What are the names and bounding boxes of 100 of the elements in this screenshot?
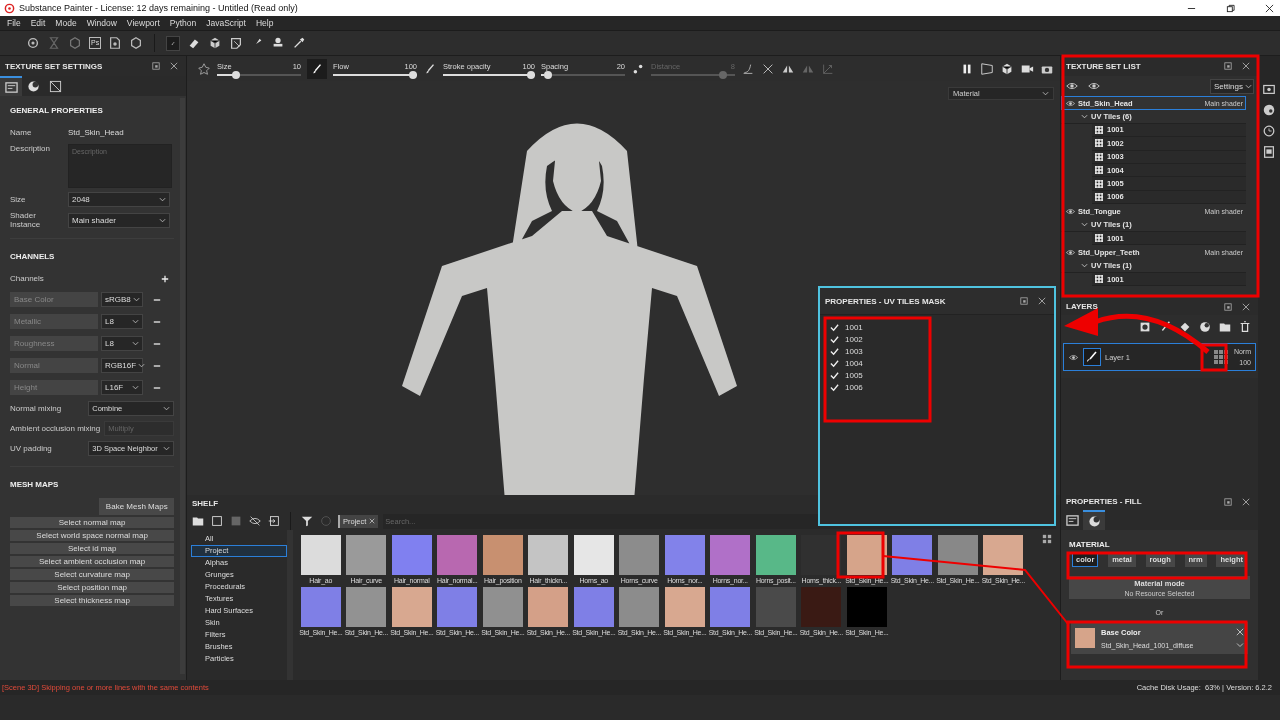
menu-item[interactable]: Mode [50,18,82,28]
float-icon[interactable] [1224,62,1232,70]
close-icon[interactable] [170,62,178,70]
add-icon[interactable] [161,274,170,283]
chevron-icon [159,196,166,203]
field-label: Shader Instance [10,211,42,229]
close-icon[interactable] [1242,497,1250,506]
slider-thumb[interactable] [544,70,553,79]
name-value: Std_Skin_Head [68,128,124,137]
float-icon[interactable] [1224,497,1232,506]
slider-thumb[interactable] [527,70,535,79]
import-icon[interactable] [267,514,281,528]
eyedropper-icon[interactable] [292,36,307,50]
menu-item[interactable]: Help [250,18,279,28]
globe-icon[interactable] [1262,103,1276,117]
settings-dropdown[interactable]: Settings [1210,78,1254,94]
panel-title: TEXTURE SET SETTINGS [5,61,103,71]
uv-tile-label: 1006 [845,383,863,392]
menu-item[interactable]: File [2,18,26,28]
checkbox[interactable] [830,371,839,380]
close-icon[interactable] [1242,62,1250,70]
checkbox[interactable] [830,347,839,356]
cube-icon[interactable] [1000,61,1014,76]
shader-dropdown[interactable]: Main shader [68,212,170,228]
document-icon[interactable] [1262,145,1276,159]
slider-track[interactable] [217,73,301,76]
panel-title: PROPERTIES - UV TILES MASK [825,296,946,306]
slider-thumb[interactable] [232,70,241,79]
annotation-box [836,531,885,579]
chevron-icon[interactable] [1081,221,1088,229]
field-label: UV padding [10,444,53,453]
slider-track[interactable] [333,73,417,76]
menu-item[interactable]: Edit [25,18,51,28]
slider-thumb[interactable] [409,70,417,79]
trash-icon[interactable] [1238,320,1252,334]
menu-item[interactable]: Viewport [121,18,165,28]
checkbox[interactable] [830,383,839,392]
format-dropdown[interactable]: L8 [101,336,143,351]
chevron-icon [163,405,171,412]
chevron-icon[interactable] [1081,113,1088,121]
select-map-button[interactable]: Select world space normal map [10,530,175,541]
format-dropdown[interactable]: L16F [101,380,143,395]
slider-track[interactable] [541,73,625,76]
chevron-icon[interactable] [1081,262,1088,270]
float-icon[interactable] [152,62,160,70]
gear-icon[interactable] [26,36,40,50]
grid-view-icon[interactable] [1042,534,1052,544]
material-ball-icon [1087,514,1101,528]
history-icon[interactable] [1262,124,1276,138]
slider-track[interactable] [651,73,735,76]
chevron-icon [132,296,140,303]
polygon-fill-icon[interactable] [229,36,244,50]
panel-tab[interactable] [0,76,22,96]
close-icon[interactable] [1038,297,1046,305]
grid-icon [1095,166,1103,175]
star-brush-icon[interactable] [197,61,211,76]
select-map-button[interactable]: Select normal map [10,517,175,528]
format-dropdown[interactable]: sRGB8 [101,292,143,307]
frame-icon[interactable] [980,61,994,76]
hexagon-icon[interactable] [129,36,144,50]
menu-item[interactable]: Window [81,18,122,28]
float-icon[interactable] [1224,302,1232,311]
mask-icon[interactable] [1138,320,1152,334]
select-map-button[interactable]: Select curvature map [10,569,175,580]
select-map-button[interactable]: Select ambient occlusion map [10,556,175,567]
bake-button[interactable]: Bake Mesh Maps [99,498,175,515]
close-icon[interactable] [1265,3,1274,13]
close-icon[interactable] [1242,302,1250,311]
format-dropdown[interactable]: RGB16F [101,358,143,373]
panel-tab[interactable] [1083,510,1105,530]
size-dropdown[interactable]: 2048 [68,192,170,207]
scrollbar[interactable] [180,98,185,674]
panel-title: LAYERS [1066,302,1098,311]
select-map-button[interactable]: Select thickness map [10,595,175,606]
camera-icon[interactable] [1262,82,1276,96]
material-ball-icon[interactable] [1198,320,1212,334]
float-icon[interactable] [1020,297,1028,305]
hidden-icon[interactable] [248,514,262,528]
menu-item[interactable]: JavaScript [201,18,251,28]
hexagon-icon[interactable] [68,36,82,50]
slider-track[interactable] [443,73,535,76]
format-dropdown[interactable]: L8 [101,314,143,329]
brush-tip-icon[interactable] [307,58,327,79]
eye-icon[interactable] [1065,247,1076,258]
filter-icon[interactable] [300,514,314,528]
checkbox[interactable] [830,359,839,368]
grid-icon [1095,125,1103,134]
select-map-button[interactable]: Select id map [10,543,175,554]
select-map-button[interactable]: Select position map [10,582,175,593]
document-icon[interactable] [108,36,123,50]
chevron-icon [1042,90,1049,97]
uv-tile-label: 1002 [845,335,863,344]
grid-icon [1095,139,1103,148]
grid-icon [1095,179,1103,188]
checkbox[interactable] [830,335,839,344]
chevron-icon[interactable] [1236,640,1244,649]
chevron-icon [132,318,139,325]
menu-item[interactable]: Python [164,18,202,28]
checkbox[interactable] [830,323,839,332]
maximize-icon[interactable] [1226,3,1235,13]
